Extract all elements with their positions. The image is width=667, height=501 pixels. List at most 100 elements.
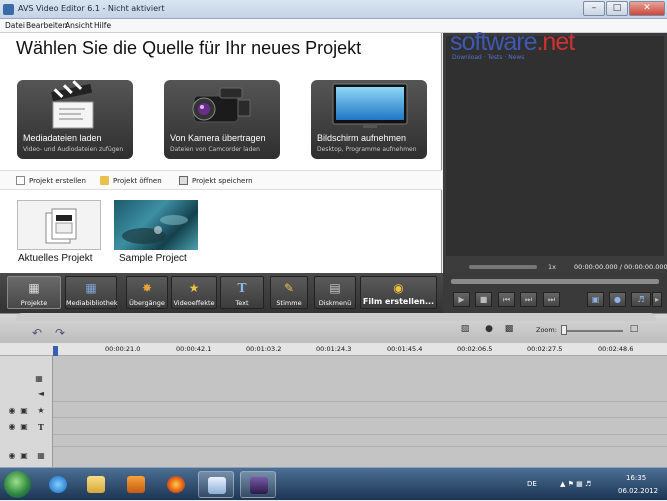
ruler-tick: 00:02:27.5	[527, 345, 562, 353]
tab-text[interactable]: T Text	[220, 276, 264, 309]
screen-capture-button[interactable]: Bildschirm aufnehmen Desktop, Programme …	[311, 80, 427, 159]
menu-datei[interactable]: Datei	[5, 21, 25, 30]
tab-uebergaenge-label: Übergänge	[127, 299, 167, 307]
camera-transfer-sub: Dateien von Camcorder laden	[170, 146, 260, 153]
taskbar-firefox[interactable]	[158, 471, 194, 498]
current-project-thumb[interactable]	[17, 200, 101, 250]
save-icon	[179, 176, 188, 185]
play-button[interactable]: ▶	[453, 292, 470, 307]
sample-project-label[interactable]: Sample Project	[119, 253, 187, 264]
prev-frame-button[interactable]: ⏮	[498, 292, 515, 307]
playhead-cursor[interactable]	[53, 346, 58, 356]
clock-time[interactable]: 16:35	[626, 474, 646, 482]
undo-icon[interactable]: ↶	[32, 326, 42, 340]
track-divider	[53, 446, 667, 447]
minimize-button[interactable]: –	[583, 1, 605, 16]
tab-diskmenue[interactable]: ▤ Diskmenü	[314, 276, 356, 309]
tab-stimme-label: Stimme	[271, 299, 307, 307]
ruler-tick: 00:00:42.1	[176, 345, 211, 353]
eye-icon[interactable]: ◉	[7, 451, 17, 460]
screen-capture-sub: Desktop, Programme aufnehmen	[317, 146, 417, 153]
tab-mediabibliothek[interactable]: ▦ Mediabibliothek	[65, 276, 117, 309]
clapperboard-icon	[17, 80, 133, 130]
current-project-label[interactable]: Aktuelles Projekt	[18, 253, 92, 264]
redo-icon[interactable]: ↷	[55, 326, 65, 340]
monitor-dropdown-icon[interactable]: ▩	[502, 324, 516, 336]
menu-hilfe[interactable]: Hilfe	[94, 21, 111, 30]
preview-panel: software.net Download · Tests · News 1x …	[443, 33, 667, 273]
language-indicator[interactable]: DE	[527, 480, 537, 488]
next-frame-button[interactable]: ⏭	[520, 292, 537, 307]
menu-bearbeiten[interactable]: Bearbeiten	[26, 21, 67, 30]
tab-uebergaenge[interactable]: ✸ Übergänge	[126, 276, 168, 309]
taskbar-explorer[interactable]	[78, 471, 114, 498]
ruler-tick: 00:02:06.5	[457, 345, 492, 353]
maximize-button[interactable]: □	[606, 1, 628, 16]
tab-projekte[interactable]: ▦ Projekte	[7, 276, 61, 309]
timeline-tab	[16, 313, 656, 321]
tab-videoeffekte[interactable]: ★ Videoeffekte	[171, 276, 217, 309]
avs-film-icon	[250, 477, 268, 494]
text-icon: T	[235, 281, 249, 295]
screen-capture-label: Bildschirm aufnehmen	[317, 133, 406, 143]
speed-slider[interactable]	[469, 265, 537, 269]
eye-icon[interactable]: ◉	[7, 422, 17, 431]
stop-button[interactable]: ■	[475, 292, 492, 307]
menu-ansicht[interactable]: Ansicht	[65, 21, 93, 30]
timecode: 00:00:00.000 / 00:00:00.000	[574, 263, 667, 271]
start-orb-icon[interactable]	[4, 471, 31, 498]
ruler-tick: 00:01:24.3	[316, 345, 351, 353]
taskbar-folder-window[interactable]	[198, 471, 234, 498]
app-icon	[3, 4, 14, 15]
start-panel: Wählen Sie die Quelle für Ihr neues Proj…	[0, 33, 442, 273]
open-project-button[interactable]: Projekt öffnen	[100, 176, 162, 185]
tab-mediabibliothek-label: Mediabibliothek	[66, 299, 116, 307]
sample-project-thumb[interactable]	[114, 200, 198, 250]
eye-icon[interactable]: ◉	[7, 406, 17, 415]
lock-icon[interactable]: ▣	[19, 451, 29, 460]
storyboard-toggle-icon[interactable]: ▧	[458, 324, 472, 336]
camera-transfer-button[interactable]: Von Kamera übertragen Dateien von Camcor…	[164, 80, 280, 159]
volume-dropdown-icon[interactable]: ▸	[652, 292, 662, 307]
voice-record-icon[interactable]: ●	[482, 324, 496, 336]
folder-icon	[100, 176, 109, 185]
track-divider	[53, 401, 667, 402]
voice-track-icon: ▦	[36, 451, 46, 460]
window-title: AVS Video Editor 6.1 - Nicht aktiviert	[18, 4, 164, 13]
create-film-button[interactable]: ◉ Film erstellen...	[360, 276, 437, 309]
end-button[interactable]: ⏭	[543, 292, 560, 307]
snapshot-icon[interactable]: ●	[609, 292, 626, 307]
playback-progress[interactable]	[451, 279, 659, 284]
audio-track-icon: ◄	[36, 389, 46, 398]
tab-stimme[interactable]: ✎ Stimme	[270, 276, 308, 309]
clock-date[interactable]: 06.02.2012	[618, 487, 658, 495]
timeline-ruler[interactable]: 00:00:21.0 00:00:42.1 00:01:03.2 00:01:2…	[0, 343, 667, 356]
lock-icon[interactable]: ▣	[19, 422, 29, 431]
timeline-tracks[interactable]: ▦ ◄ ◉ ▣ ★ ◉ ▣ T ◉ ▣ ▦	[0, 356, 667, 467]
zoom-track[interactable]	[561, 330, 623, 332]
fullscreen-icon[interactable]: ▣	[587, 292, 604, 307]
taskbar-ie[interactable]	[40, 471, 76, 498]
tab-projekte-label: Projekte	[8, 299, 60, 307]
taskbar-avs[interactable]	[240, 471, 276, 498]
save-project-button[interactable]: Projekt speichern	[179, 176, 253, 185]
document-clapper-icon	[18, 201, 102, 251]
preview-screen: software.net Download · Tests · News	[446, 36, 664, 256]
folder-icon	[87, 476, 105, 493]
zoom-label: Zoom:	[536, 326, 557, 334]
close-button[interactable]: ✕	[629, 1, 665, 16]
create-project-button[interactable]: Projekt erstellen	[16, 176, 86, 185]
track-divider	[53, 417, 667, 418]
media-library-icon: ▦	[84, 281, 98, 295]
volume-icon[interactable]: ♬	[631, 292, 651, 307]
lock-icon[interactable]: ▣	[19, 406, 29, 415]
windows-taskbar: DE ▲ ⚑ ▦ ♬ 16:35 06.02.2012	[0, 467, 667, 500]
load-media-button[interactable]: Mediadateien laden Video- und Audiodatei…	[17, 80, 133, 159]
track-divider	[53, 434, 667, 435]
zoom-slider-knob[interactable]	[561, 325, 567, 335]
window-controls: – □ ✕	[583, 1, 665, 16]
tray-icons[interactable]: ▲ ⚑ ▦ ♬	[560, 480, 591, 488]
taskbar-media-player[interactable]	[118, 471, 154, 498]
fit-timeline-icon[interactable]: □	[627, 324, 641, 336]
disc-menu-icon: ▤	[328, 281, 342, 295]
